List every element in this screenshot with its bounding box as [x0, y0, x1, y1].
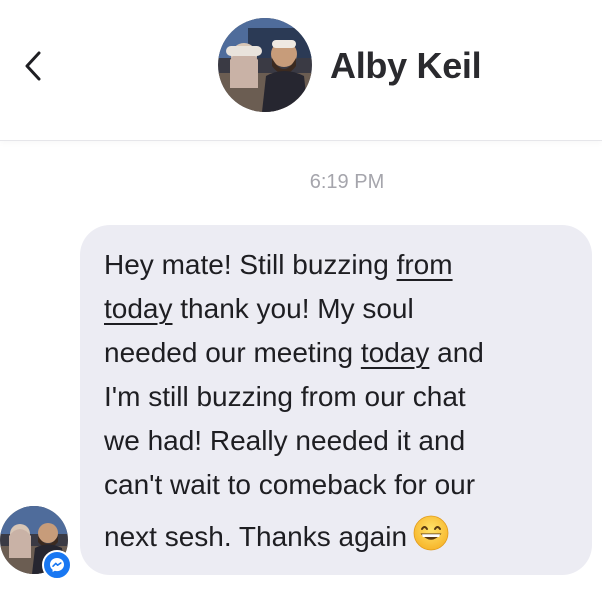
message-line: Hey mate! Still buzzing from — [104, 249, 453, 280]
back-button[interactable] — [16, 46, 50, 86]
message-line: can't wait to comeback for our — [104, 469, 476, 500]
message-bubble[interactable]: Hey mate! Still buzzing from today thank… — [80, 225, 592, 575]
underlined-word[interactable]: today — [361, 337, 430, 368]
grinning-face-icon — [413, 515, 449, 551]
message-line: today thank you! My soul — [104, 293, 414, 324]
contact-name[interactable]: Alby Keil — [330, 44, 482, 88]
contact-avatar[interactable] — [218, 18, 312, 112]
underlined-word[interactable]: from — [397, 249, 453, 280]
message-line: we had! Really needed it and — [104, 425, 466, 456]
messenger-badge — [42, 550, 72, 580]
chevron-left-icon — [25, 51, 41, 81]
messenger-icon — [50, 558, 64, 572]
message-timestamp: 6:19 PM — [309, 171, 385, 193]
message-line: needed our meeting today and — [104, 337, 484, 368]
message-line: I'm still buzzing from our chat — [104, 381, 466, 412]
conversation-header: Alby Keil — [0, 0, 602, 141]
message-text: Hey mate! Still buzzing from today thank… — [104, 243, 582, 559]
underlined-word[interactable]: today — [104, 293, 173, 324]
message-line: next sesh. Thanks again — [104, 515, 582, 559]
